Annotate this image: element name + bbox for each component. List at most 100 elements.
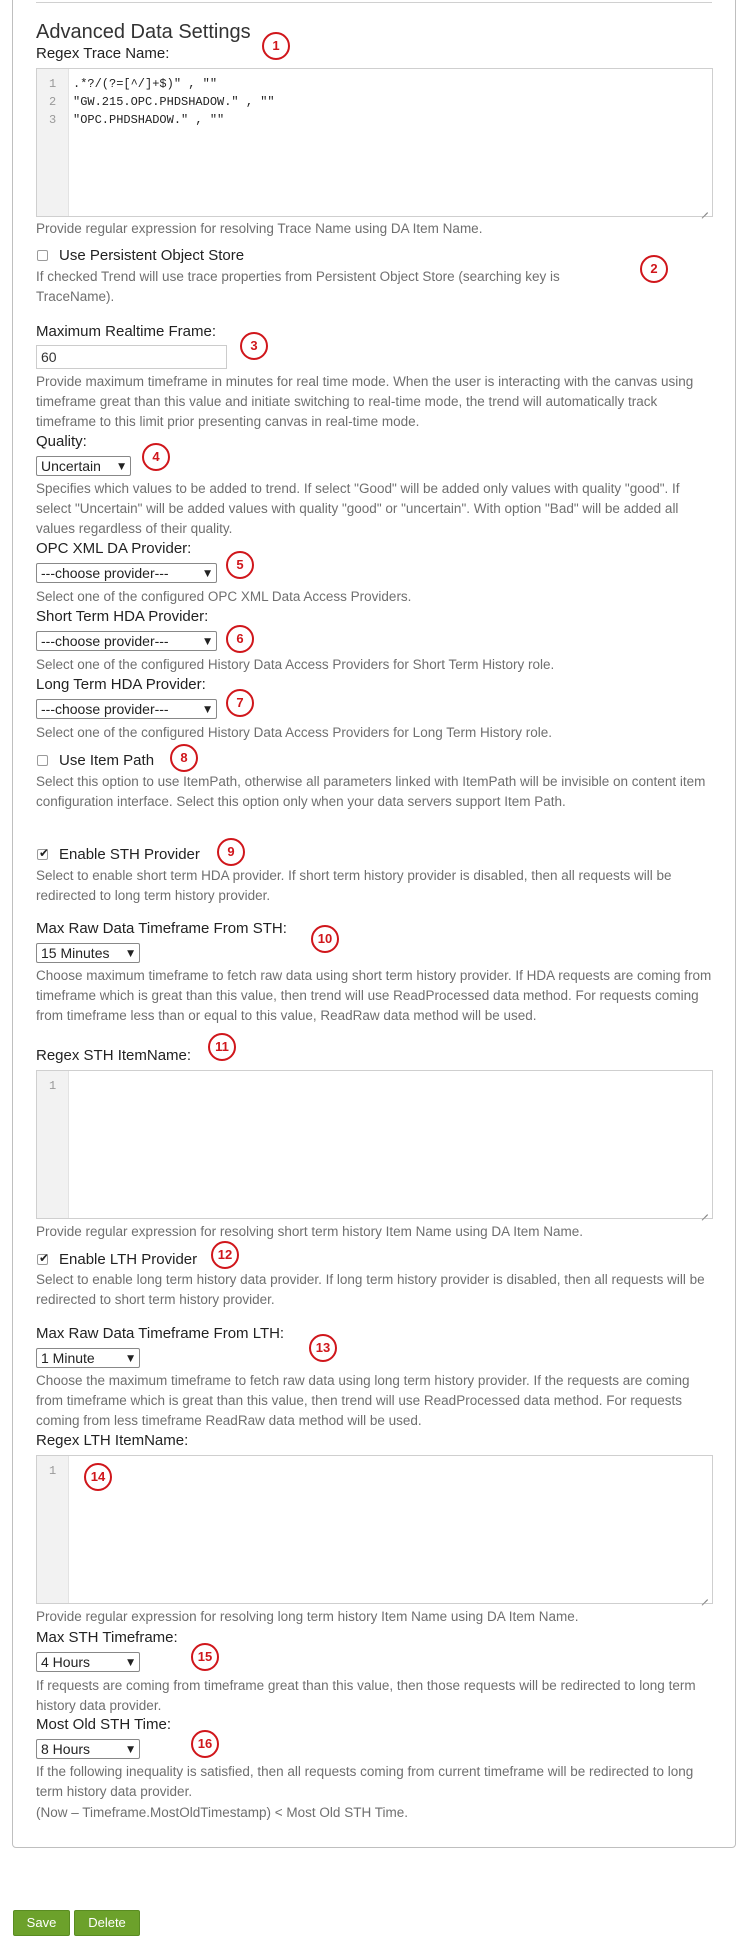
triangle-down-icon: ▼: [127, 1354, 134, 1364]
enable-lth-checkbox[interactable]: ✔: [37, 1251, 50, 1265]
raw-sth-label: Max Raw Data Timeframe From STH:: [36, 920, 287, 937]
line-number: 1: [49, 77, 57, 91]
sth-hda-select[interactable]: ---choose provider--- ▼: [36, 631, 217, 651]
lth-hda-label: Long Term HDA Provider:: [36, 676, 206, 693]
line-number: 1: [49, 1464, 57, 1478]
opc-xml-select[interactable]: ---choose provider--- ▼: [36, 563, 217, 583]
lth-hda-select[interactable]: ---choose provider--- ▼: [36, 699, 217, 719]
raw-sth-select[interactable]: 15 Minutes ▼: [36, 943, 140, 963]
max-sth-label: Max STH Timeframe:: [36, 1629, 178, 1646]
max-realtime-input[interactable]: [36, 345, 227, 369]
marker-badge: 11: [208, 1033, 236, 1061]
quality-select[interactable]: Uncertain ▼: [36, 456, 131, 476]
regex-lth-help: Provide regular expression for resolving…: [36, 1609, 579, 1624]
resize-grip-icon[interactable]: [700, 1592, 708, 1600]
line-number: 1: [49, 1079, 57, 1093]
enable-lth-label: Enable LTH Provider: [59, 1251, 198, 1268]
opc-xml-label: OPC XML DA Provider:: [36, 540, 192, 557]
regex-trace-label: Regex Trace Name:: [36, 45, 170, 62]
code-line[interactable]: .*?/(?=[^/]+$)" , "": [73, 77, 217, 91]
marker-badge: 14: [84, 1463, 112, 1491]
item-path-label: Use Item Path: [59, 752, 155, 769]
marker-badge: 2: [640, 255, 668, 283]
triangle-down-icon: ▼: [204, 637, 211, 647]
marker-badge: 10: [311, 925, 339, 953]
old-sth-formula: (Now – Timeframe.MostOldTimestamp) < Mos…: [36, 1805, 408, 1820]
triangle-down-icon: ▼: [204, 569, 211, 579]
triangle-down-icon: ▼: [127, 949, 134, 959]
max-sth-selected: 4 Hours: [41, 1654, 91, 1670]
check-icon: ✔: [39, 846, 50, 860]
max-realtime-help: Provide maximum timeframe in minutes for…: [36, 374, 694, 429]
regex-sth-editor[interactable]: 1: [36, 1070, 713, 1219]
item-path-checkbox[interactable]: [37, 755, 48, 766]
quality-label: Quality:: [36, 433, 87, 450]
section-title: Advanced Data Settings: [36, 21, 251, 43]
marker-badge: 5: [226, 551, 254, 579]
persistent-store-checkbox[interactable]: [37, 250, 48, 261]
code-line[interactable]: "GW.215.OPC.PHDSHADOW." , "": [73, 95, 275, 109]
old-sth-selected: 8 Hours: [41, 1741, 91, 1757]
delete-button[interactable]: Delete: [74, 1910, 140, 1936]
persistent-store-help: If checked Trend will use trace properti…: [36, 269, 560, 304]
lth-hda-selected: ---choose provider---: [41, 701, 169, 717]
persistent-store-label: Use Persistent Object Store: [59, 247, 245, 264]
enable-sth-help: Select to enable short term HDA provider…: [36, 868, 672, 903]
resize-grip-icon[interactable]: [700, 1207, 708, 1215]
line-number: 3: [49, 113, 57, 127]
marker-badge: 6: [226, 625, 254, 653]
max-sth-help: If requests are coming from timeframe gr…: [36, 1678, 696, 1713]
regex-lth-label: Regex LTH ItemName:: [36, 1432, 189, 1449]
regex-sth-label: Regex STH ItemName:: [36, 1047, 192, 1064]
raw-sth-selected: 15 Minutes: [41, 945, 110, 961]
raw-lth-select[interactable]: 1 Minute ▼: [36, 1348, 140, 1368]
marker-badge: 4: [142, 443, 170, 471]
line-gutter: [37, 1071, 69, 1218]
quality-help: Specifies which values to be added to tr…: [36, 481, 680, 536]
line-number: 2: [49, 95, 57, 109]
raw-lth-selected: 1 Minute: [41, 1350, 95, 1366]
marker-badge: 15: [191, 1643, 219, 1671]
quality-selected: Uncertain: [41, 458, 101, 474]
sth-hda-help: Select one of the configured History Dat…: [36, 657, 555, 672]
old-sth-label: Most Old STH Time:: [36, 1716, 172, 1733]
check-icon: ✔: [39, 1251, 50, 1265]
sth-hda-selected: ---choose provider---: [41, 633, 169, 649]
line-gutter: [37, 1456, 69, 1603]
triangle-down-icon: ▼: [127, 1745, 134, 1755]
enable-sth-label: Enable STH Provider: [59, 846, 200, 863]
divider: [36, 2, 712, 3]
enable-sth-checkbox[interactable]: ✔: [37, 846, 50, 860]
line-gutter: [37, 69, 69, 216]
regex-sth-help: Provide regular expression for resolving…: [36, 1224, 583, 1239]
max-sth-select[interactable]: 4 Hours ▼: [36, 1652, 140, 1672]
marker-badge: 8: [170, 744, 198, 772]
old-sth-help: If the following inequality is satisfied…: [36, 1764, 694, 1799]
marker-badge: 7: [226, 689, 254, 717]
triangle-down-icon: ▼: [204, 705, 211, 715]
regex-lth-editor[interactable]: 1: [36, 1455, 713, 1604]
regex-trace-editor[interactable]: 1 2 3 .*?/(?=[^/]+$)" , "" "GW.215.OPC.P…: [36, 68, 713, 217]
sth-hda-label: Short Term HDA Provider:: [36, 608, 209, 625]
triangle-down-icon: ▼: [127, 1658, 134, 1668]
item-path-help: Select this option to use ItemPath, othe…: [36, 774, 706, 809]
marker-badge: 16: [191, 1730, 219, 1758]
old-sth-select[interactable]: 8 Hours ▼: [36, 1739, 140, 1759]
marker-badge: 1: [262, 32, 290, 60]
save-button[interactable]: Save: [13, 1910, 70, 1936]
triangle-down-icon: ▼: [118, 462, 125, 472]
code-line[interactable]: "OPC.PHDSHADOW." , "": [73, 113, 224, 127]
max-realtime-label: Maximum Realtime Frame:: [36, 323, 217, 340]
raw-sth-help: Choose maximum timeframe to fetch raw da…: [36, 968, 712, 1023]
regex-trace-help: Provide regular expression for resolving…: [36, 221, 483, 236]
lth-hda-help: Select one of the configured History Dat…: [36, 725, 552, 740]
raw-lth-label: Max Raw Data Timeframe From LTH:: [36, 1325, 285, 1342]
opc-xml-help: Select one of the configured OPC XML Dat…: [36, 589, 412, 604]
raw-lth-help: Choose the maximum timeframe to fetch ra…: [36, 1373, 690, 1428]
marker-badge: 9: [217, 838, 245, 866]
marker-badge: 13: [309, 1334, 337, 1362]
marker-badge: 3: [240, 332, 268, 360]
enable-lth-help: Select to enable long term history data …: [36, 1272, 705, 1307]
opc-xml-selected: ---choose provider---: [41, 565, 169, 581]
resize-grip-icon[interactable]: [700, 205, 708, 213]
